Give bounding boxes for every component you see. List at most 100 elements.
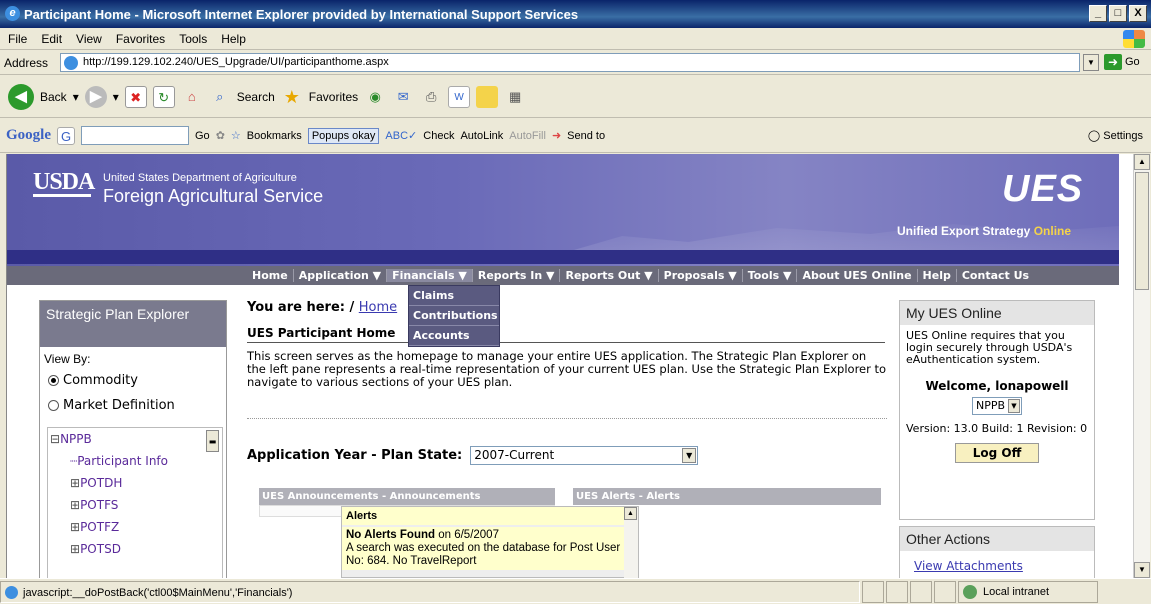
- print-icon[interactable]: ⎙: [420, 86, 442, 108]
- nav-financials[interactable]: Financials ▼: [386, 269, 472, 282]
- tree-node-nppb[interactable]: ⊟NPPB: [48, 428, 222, 450]
- media-icon[interactable]: ◉: [364, 86, 386, 108]
- scroll-up-icon[interactable]: ▲: [624, 507, 637, 520]
- alerts-header: UES Alerts - Alerts: [573, 488, 881, 505]
- status-cell: [862, 580, 884, 603]
- minimize-button[interactable]: _: [1089, 5, 1107, 22]
- forward-dropdown-icon[interactable]: ▾: [113, 90, 119, 104]
- google-toolbar: Google G Go ✿ ☆ Bookmarks Popups okay AB…: [0, 119, 1151, 153]
- nav-about[interactable]: About UES Online: [796, 269, 916, 282]
- application-year-select[interactable]: 2007-Current ▼: [470, 446, 699, 465]
- alerts-panel: Alerts No Alerts Found on 6/5/2007 A sea…: [341, 506, 639, 578]
- ie-icon: e: [5, 6, 20, 21]
- application-year-row: Application Year - Plan State: 2007-Curr…: [247, 446, 699, 465]
- scroll-thumb[interactable]: [1135, 172, 1149, 290]
- back-dropdown-icon[interactable]: ▾: [73, 90, 79, 104]
- spellcheck-icon: ABC✓: [385, 130, 418, 142]
- go-button[interactable]: ➜ Go: [1104, 54, 1140, 70]
- tree-node-potdh[interactable]: ⊞POTDH: [48, 472, 222, 494]
- address-label: Address: [4, 55, 49, 70]
- header-banner: USDA United States Department of Agricul…: [7, 154, 1119, 266]
- address-dropdown-icon[interactable]: ▼: [1083, 54, 1099, 71]
- maximize-button[interactable]: □: [1109, 5, 1127, 22]
- settings-button[interactable]: ◯ Settings: [1088, 129, 1143, 142]
- page-icon: [64, 56, 78, 70]
- folder-icon[interactable]: [476, 85, 499, 108]
- tree-node-participant-info[interactable]: ┈Participant Info: [48, 450, 222, 472]
- research-icon[interactable]: ▦: [504, 86, 526, 108]
- menu-item-contributions[interactable]: Contributions: [409, 306, 499, 326]
- version-info: Version: 13.0 Build: 1 Revision: 0: [906, 422, 1088, 435]
- login-notice: UES Online requires that you login secur…: [906, 329, 1073, 366]
- sendto-button[interactable]: Send to: [567, 130, 605, 142]
- page-scrollbar[interactable]: ▲ ▼: [1133, 154, 1150, 578]
- nav-application[interactable]: Application ▼: [292, 269, 386, 282]
- search-button[interactable]: Search: [237, 90, 275, 104]
- menu-item-accounts[interactable]: Accounts: [409, 326, 499, 346]
- usda-logo: USDA: [33, 169, 95, 197]
- back-button[interactable]: Back: [40, 90, 67, 104]
- scroll-down-icon[interactable]: ▼: [1134, 562, 1150, 578]
- google-go-button[interactable]: Go: [195, 130, 210, 142]
- log-off-button[interactable]: Log Off: [955, 443, 1039, 463]
- menu-view[interactable]: View: [76, 32, 102, 46]
- google-search-input[interactable]: [81, 126, 189, 145]
- home-icon[interactable]: ⌂: [181, 86, 203, 108]
- menu-file[interactable]: File: [8, 32, 27, 46]
- nav-reports-out[interactable]: Reports Out ▼: [559, 269, 657, 282]
- status-cell: [886, 580, 908, 603]
- nav-proposals[interactable]: Proposals ▼: [657, 269, 742, 282]
- close-button[interactable]: X: [1129, 5, 1147, 22]
- tree-node-potfs[interactable]: ⊞POTFS: [48, 494, 222, 516]
- scroll-up-icon[interactable]: ▲: [1134, 154, 1150, 170]
- tree-collapse-icon[interactable]: ▬: [206, 430, 219, 452]
- alerts-scrollbar[interactable]: ▲: [624, 507, 638, 578]
- menu-edit[interactable]: Edit: [41, 32, 62, 46]
- google-options-icon[interactable]: ✿: [216, 129, 225, 142]
- popups-button[interactable]: Popups okay: [307, 127, 380, 144]
- breadcrumb-home-link[interactable]: Home: [359, 300, 397, 315]
- tree-node-potfz[interactable]: ⊞POTFZ: [48, 516, 222, 538]
- google-g-icon[interactable]: G: [57, 126, 75, 145]
- menu-favorites[interactable]: Favorites: [116, 32, 165, 46]
- divider: [247, 418, 887, 419]
- view-attachments-link[interactable]: View Attachments: [900, 551, 1094, 578]
- refresh-icon[interactable]: ↻: [152, 85, 175, 108]
- search-icon[interactable]: ⌕: [209, 86, 231, 108]
- my-ues-panel: My UES Online UES Online requires that y…: [899, 300, 1095, 520]
- nav-help[interactable]: Help: [916, 269, 956, 282]
- nav-reports-in[interactable]: Reports In ▼: [471, 269, 560, 282]
- sendto-icon: ➜: [551, 130, 562, 142]
- favorites-star-icon[interactable]: ★: [281, 86, 303, 108]
- tree-node-potsd[interactable]: ⊞POTSD: [48, 538, 222, 560]
- nav-tools[interactable]: Tools ▼: [741, 269, 797, 282]
- bookmark-star-icon[interactable]: ☆: [231, 129, 241, 142]
- mail-icon[interactable]: ✉: [392, 86, 414, 108]
- google-logo: Google: [6, 127, 51, 143]
- radio-commodity[interactable]: Commodity: [48, 373, 226, 388]
- security-zone: Local intranet: [958, 580, 1098, 603]
- menu-item-claims[interactable]: Claims: [409, 286, 499, 306]
- bookmarks-button[interactable]: Bookmarks: [247, 130, 302, 142]
- menu-help[interactable]: Help: [221, 32, 246, 46]
- application-year-label: Application Year - Plan State:: [247, 448, 463, 463]
- forward-arrow-icon[interactable]: ▶: [84, 85, 107, 108]
- edit-icon[interactable]: W: [448, 85, 471, 108]
- radio-market-definition[interactable]: Market Definition: [48, 398, 226, 413]
- menu-bar: File Edit View Favorites Tools Help: [0, 28, 1151, 50]
- back-arrow-icon[interactable]: ◀: [8, 83, 34, 110]
- autofill-button[interactable]: AutoFill: [509, 130, 546, 142]
- address-bar: Address http://199.129.102.240/UES_Upgra…: [0, 51, 1151, 75]
- organization-select[interactable]: NPPB ▼: [972, 397, 1022, 415]
- stop-icon[interactable]: ✖: [124, 85, 147, 108]
- check-button[interactable]: Check: [423, 130, 454, 142]
- favorites-button[interactable]: Favorites: [309, 90, 358, 104]
- menu-tools[interactable]: Tools: [179, 32, 207, 46]
- window-titlebar: e Participant Home - Microsoft Internet …: [0, 0, 1151, 28]
- nav-contact[interactable]: Contact Us: [955, 269, 1034, 282]
- plan-tree: ▬ ⊟NPPB ┈Participant Info ⊞POTDH ⊞POTFS …: [47, 427, 223, 578]
- radio-unselected-icon: [48, 400, 59, 411]
- address-input[interactable]: http://199.129.102.240/UES_Upgrade/UI/pa…: [60, 53, 1080, 72]
- autolink-button[interactable]: AutoLink: [460, 130, 503, 142]
- nav-home[interactable]: Home: [247, 269, 293, 282]
